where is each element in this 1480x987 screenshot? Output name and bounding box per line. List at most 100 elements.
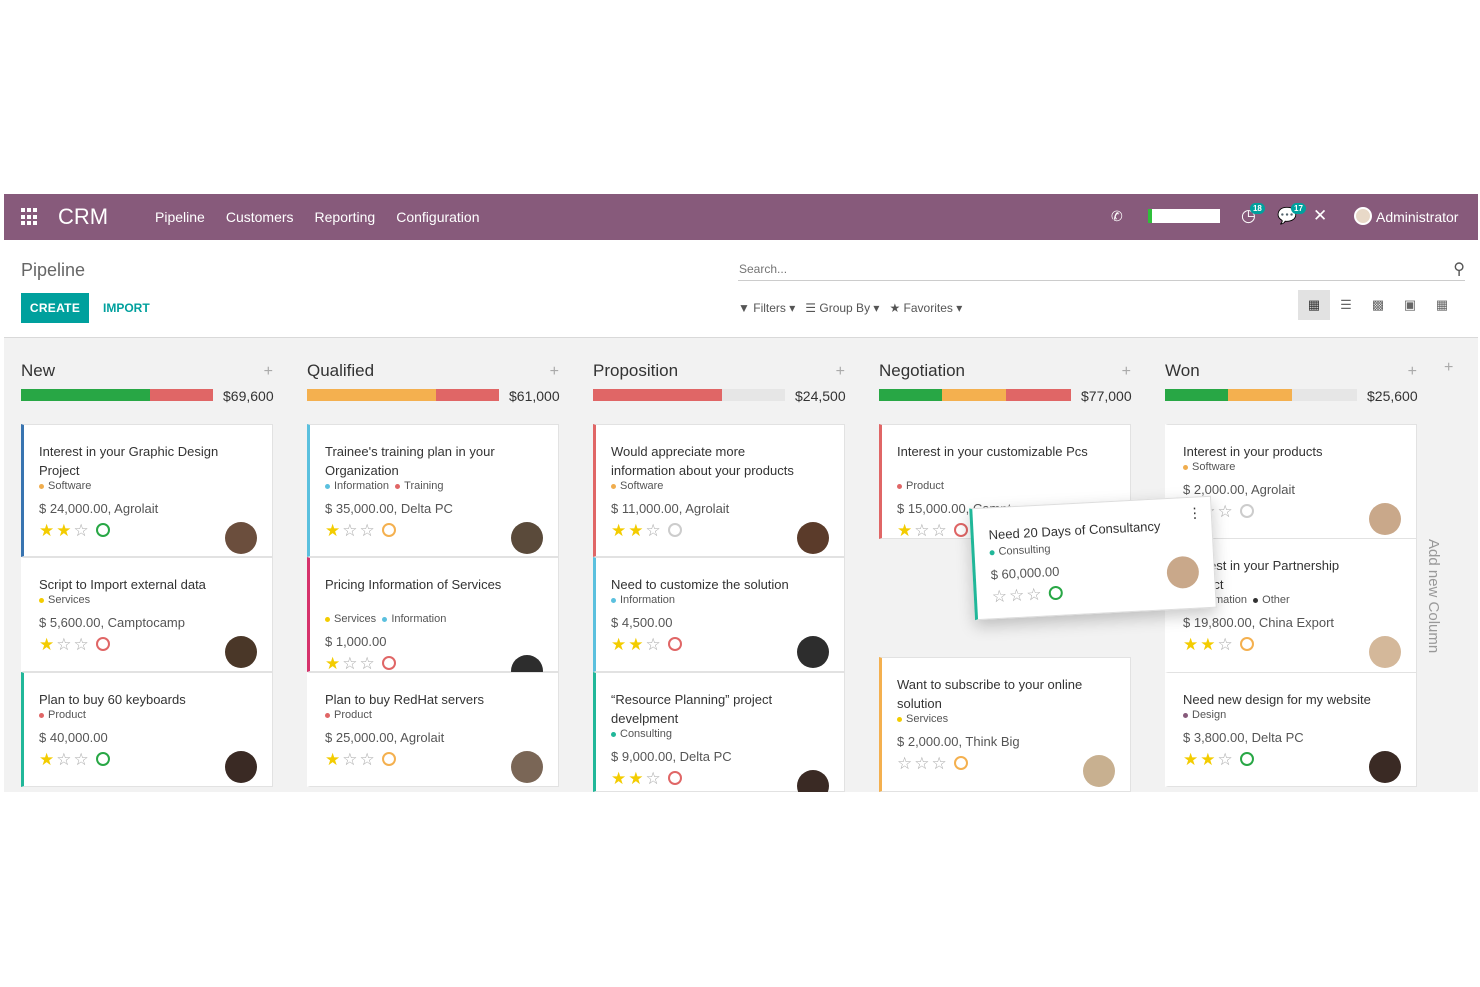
priority-star-icon[interactable]: ☆ <box>56 750 73 769</box>
progress-segment[interactable] <box>879 389 943 401</box>
column-title[interactable]: New <box>21 361 55 381</box>
priority-star-icon[interactable]: ☆ <box>932 754 949 773</box>
activity-clock-icon[interactable] <box>953 755 968 770</box>
priority-star-icon[interactable]: ★ <box>325 750 342 769</box>
opportunity-card[interactable]: Trainee's training plan in your Organiza… <box>307 424 559 557</box>
activity-clock-icon[interactable] <box>381 522 396 537</box>
opportunity-card[interactable]: Plan to buy 60 keyboards Product $ 40,000.… <box>21 672 273 787</box>
salesperson-avatar[interactable] <box>225 751 257 783</box>
priority-star-icon[interactable]: ★ <box>1183 635 1200 654</box>
add-card-plus-icon[interactable]: + <box>550 363 559 381</box>
opportunity-card[interactable]: “Resource Planning” project develpment Co… <box>593 672 845 792</box>
app-brand[interactable]: CRM <box>58 204 108 230</box>
priority-star-icon[interactable]: ☆ <box>646 635 663 654</box>
progress-segment[interactable] <box>435 389 499 401</box>
opportunity-card[interactable]: Would appreciate more information about … <box>593 424 845 557</box>
opportunity-card[interactable]: Plan to buy RedHat servers Product $ 25,00… <box>307 672 559 787</box>
add-card-plus-icon[interactable]: + <box>1122 363 1131 381</box>
import-button[interactable]: IMPORT <box>100 293 153 323</box>
salesperson-avatar[interactable] <box>225 636 257 668</box>
activity-clock-icon[interactable] <box>667 636 682 651</box>
priority-star-icon[interactable]: ☆ <box>991 586 1009 606</box>
column-progress-bar[interactable] <box>593 389 785 401</box>
salesperson-avatar[interactable] <box>1166 555 1200 590</box>
priority-star-icon[interactable]: ★ <box>897 521 914 540</box>
progress-segment[interactable] <box>149 389 213 401</box>
priority-star-icon[interactable]: ★ <box>1200 635 1217 654</box>
priority-star-icon[interactable]: ★ <box>611 521 628 540</box>
calendar-view-icon[interactable]: ▣ <box>1394 290 1426 320</box>
activity-clock-icon[interactable] <box>667 770 682 785</box>
progress-segment[interactable] <box>1228 389 1292 401</box>
priority-star-icon[interactable]: ☆ <box>342 654 359 673</box>
priority-star-icon[interactable]: ★ <box>39 635 56 654</box>
opportunity-card[interactable]: Script to Import external data Services $ … <box>21 557 273 672</box>
opportunity-card[interactable]: Interest in your Graphic Design Project S… <box>21 424 273 557</box>
progress-segment[interactable] <box>942 389 1006 401</box>
column-progress-bar[interactable] <box>1165 389 1357 401</box>
priority-star-icon[interactable]: ☆ <box>1218 750 1235 769</box>
graph-view-icon[interactable]: ▩ <box>1362 290 1394 320</box>
pivot-view-icon[interactable]: ▦ <box>1426 290 1458 320</box>
priority-star-icon[interactable]: ☆ <box>646 769 663 788</box>
salesperson-avatar[interactable] <box>1369 751 1401 783</box>
salesperson-avatar[interactable] <box>511 522 543 554</box>
add-card-plus-icon[interactable]: + <box>1408 363 1417 381</box>
add-card-plus-icon[interactable]: + <box>836 363 845 381</box>
priority-star-icon[interactable]: ☆ <box>1218 635 1235 654</box>
filters-dropdown[interactable]: ▼ Filters ▾ <box>738 301 795 315</box>
priority-star-icon[interactable]: ★ <box>39 750 56 769</box>
salesperson-avatar[interactable] <box>797 636 829 668</box>
progress-segment[interactable] <box>21 389 150 401</box>
column-progress-bar[interactable] <box>21 389 213 401</box>
search-input[interactable] <box>738 259 1428 279</box>
priority-star-icon[interactable]: ☆ <box>74 750 91 769</box>
card-menu-icon[interactable]: ⋮ <box>1187 504 1202 522</box>
priority-star-icon[interactable]: ☆ <box>914 521 931 540</box>
activity-clock-icon[interactable] <box>95 636 110 651</box>
user-avatar[interactable] <box>1354 207 1372 225</box>
column-title[interactable]: Negotiation <box>879 361 965 381</box>
kanban-view-icon[interactable]: ▦ <box>1298 290 1330 320</box>
priority-star-icon[interactable]: ★ <box>628 635 645 654</box>
priority-star-icon[interactable]: ★ <box>628 521 645 540</box>
priority-star-icon[interactable]: ☆ <box>360 521 377 540</box>
opportunity-card[interactable]: Want to subscribe to your online solutio… <box>879 657 1131 792</box>
favorites-dropdown[interactable]: ★ Favorites ▾ <box>889 301 962 315</box>
add-card-plus-icon[interactable]: + <box>264 363 273 381</box>
priority-star-icon[interactable]: ☆ <box>342 521 359 540</box>
column-title[interactable]: Won <box>1165 361 1200 381</box>
salesperson-avatar[interactable] <box>797 522 829 554</box>
priority-star-icon[interactable]: ☆ <box>1218 502 1235 521</box>
activity-clock-icon[interactable] <box>953 522 968 537</box>
priority-star-icon[interactable]: ★ <box>611 769 628 788</box>
priority-star-icon[interactable]: ☆ <box>1026 585 1044 605</box>
priority-star-icon[interactable]: ☆ <box>360 654 377 673</box>
priority-star-icon[interactable]: ★ <box>325 654 342 673</box>
opportunity-card[interactable]: Need to customize the solution Informatio… <box>593 557 845 672</box>
column-progress-bar[interactable] <box>307 389 499 401</box>
activity-clock-icon[interactable] <box>1239 636 1254 651</box>
add-column-plus-icon[interactable]: + <box>1444 359 1453 377</box>
menu-reporting[interactable]: Reporting <box>315 209 376 225</box>
salesperson-avatar[interactable] <box>225 522 257 554</box>
priority-star-icon[interactable]: ☆ <box>360 750 377 769</box>
progress-segment[interactable] <box>1005 389 1071 401</box>
priority-star-icon[interactable]: ☆ <box>914 754 931 773</box>
progress-segment[interactable] <box>1165 389 1229 401</box>
priority-star-icon[interactable]: ★ <box>56 521 73 540</box>
salesperson-avatar[interactable] <box>797 770 829 792</box>
activity-clock-icon[interactable] <box>381 655 396 670</box>
activity-clock-icon[interactable] <box>95 751 110 766</box>
priority-star-icon[interactable]: ☆ <box>932 521 949 540</box>
dragged-opportunity-card[interactable]: ⋮ Need 20 Days of Consultancy Consulting $ … <box>969 495 1217 621</box>
priority-star-icon[interactable]: ☆ <box>1009 586 1027 606</box>
priority-star-icon[interactable]: ☆ <box>646 521 663 540</box>
column-title[interactable]: Proposition <box>593 361 678 381</box>
group-by-dropdown[interactable]: ☰ Group By ▾ <box>805 301 879 315</box>
priority-star-icon[interactable]: ☆ <box>897 754 914 773</box>
opportunity-card[interactable]: Need new design for my website Design $ 3,… <box>1165 672 1417 787</box>
priority-star-icon[interactable]: ☆ <box>74 635 91 654</box>
menu-configuration[interactable]: Configuration <box>396 209 479 225</box>
add-new-column[interactable]: Add new Column <box>1425 539 1442 653</box>
